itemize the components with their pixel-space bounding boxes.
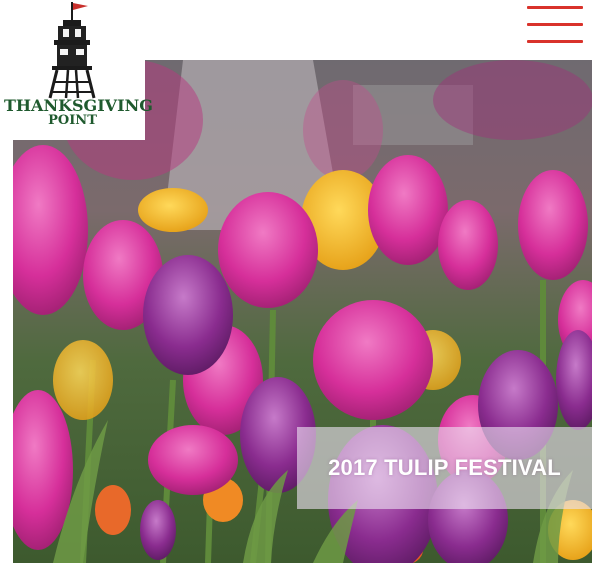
banner-title: 2017 TULIP FESTIVAL <box>328 455 561 480</box>
hamburger-menu-icon[interactable] <box>527 6 583 44</box>
logo-text: THANKSGIVING <box>4 96 153 115</box>
site-logo[interactable]: THANKSGIVING POINT <box>0 0 153 140</box>
lighthouse-icon <box>48 2 96 99</box>
logo-subtext: POINT <box>48 113 97 128</box>
festival-banner[interactable]: 2017 TULIP FESTIVAL <box>297 427 592 509</box>
